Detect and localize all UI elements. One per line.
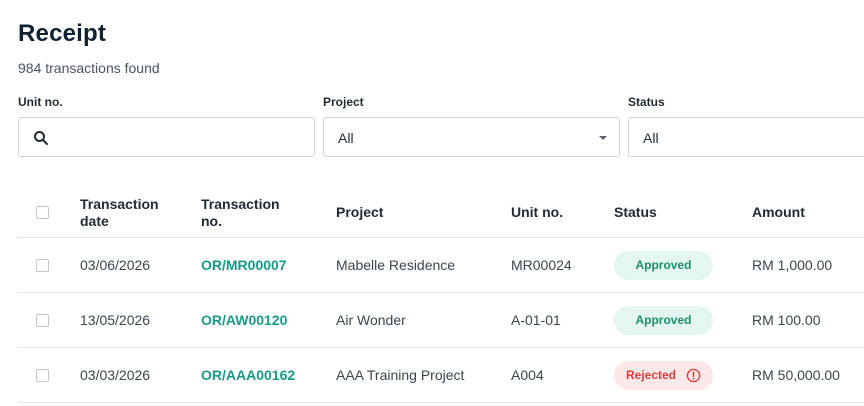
transaction-no-link[interactable]: OR/AW00120 xyxy=(201,293,287,347)
project-select-value: All xyxy=(338,130,354,146)
row-select-cell xyxy=(36,348,49,402)
transaction-date: 03/06/2026 xyxy=(80,257,151,273)
row-checkbox[interactable] xyxy=(36,368,49,382)
status-filter-label: Status xyxy=(628,95,665,109)
header-date-line2: date xyxy=(80,212,109,229)
transaction-no-link[interactable]: OR/MR00007 xyxy=(201,238,287,292)
header-date-line1: Transaction xyxy=(80,195,159,212)
row-select-cell xyxy=(36,238,49,292)
header-unit-no[interactable]: Unit no. xyxy=(511,188,563,237)
status-cell: Approved xyxy=(614,293,713,347)
unit-no: MR00024 xyxy=(511,257,572,273)
status-badge-rejected: Rejected xyxy=(614,360,713,390)
results-count: 984 transactions found xyxy=(18,60,160,76)
status-badge-label: Rejected xyxy=(625,368,677,382)
transaction-date: 03/03/2026 xyxy=(80,367,151,383)
unit-search-input[interactable] xyxy=(18,117,315,157)
status-select[interactable]: All xyxy=(628,117,864,157)
row-select-cell xyxy=(36,293,49,347)
table-header-row: Transaction date Transaction no. Project… xyxy=(18,188,864,238)
table-row[interactable]: 13/05/2026 OR/AW00120 Air Wonder A-01-01… xyxy=(18,293,864,348)
header-txn-line1: Transaction xyxy=(201,195,280,212)
header-status[interactable]: Status xyxy=(614,188,657,237)
page-title: Receipt xyxy=(18,20,107,47)
transaction-no-link[interactable]: OR/AAA00162 xyxy=(201,348,295,402)
status-badge: Approved xyxy=(614,250,713,280)
status-select-value: All xyxy=(643,130,659,146)
table-row[interactable]: 03/03/2026 OR/AAA00162 AAA Training Proj… xyxy=(18,348,864,403)
row-checkbox[interactable] xyxy=(36,313,49,327)
search-icon xyxy=(34,131,48,145)
chevron-down-icon xyxy=(599,136,607,140)
project-name: Mabelle Residence xyxy=(336,257,456,273)
select-all-checkbox[interactable] xyxy=(36,206,49,219)
transactions-table: Transaction date Transaction no. Project… xyxy=(18,188,864,403)
unit-no: A-01-01 xyxy=(511,312,561,328)
header-transaction-no[interactable]: Transaction no. xyxy=(201,188,280,237)
amount: RM 50,000.00 xyxy=(752,367,840,383)
alert-circle-icon xyxy=(686,368,701,382)
header-amount[interactable]: Amount xyxy=(752,188,805,237)
transaction-date: 13/05/2026 xyxy=(80,312,151,328)
status-badge: Approved xyxy=(614,305,713,335)
project-select[interactable]: All xyxy=(323,117,620,157)
header-project[interactable]: Project xyxy=(336,188,383,237)
header-txn-line2: no. xyxy=(201,212,222,229)
project-name: Air Wonder xyxy=(336,312,406,328)
amount: RM 100.00 xyxy=(752,312,821,328)
unit-no: A004 xyxy=(511,367,544,383)
row-checkbox[interactable] xyxy=(36,258,49,272)
project-name: AAA Training Project xyxy=(336,367,465,383)
table-row[interactable]: 03/06/2026 OR/MR00007 Mabelle Residence … xyxy=(18,238,864,293)
unit-filter-label: Unit no. xyxy=(18,95,63,109)
status-cell: Rejected xyxy=(614,348,713,402)
status-cell: Approved xyxy=(614,238,713,292)
select-all-cell xyxy=(36,188,49,237)
header-transaction-date[interactable]: Transaction date xyxy=(80,188,180,237)
amount: RM 1,000.00 xyxy=(752,257,833,273)
project-filter-label: Project xyxy=(323,95,364,109)
